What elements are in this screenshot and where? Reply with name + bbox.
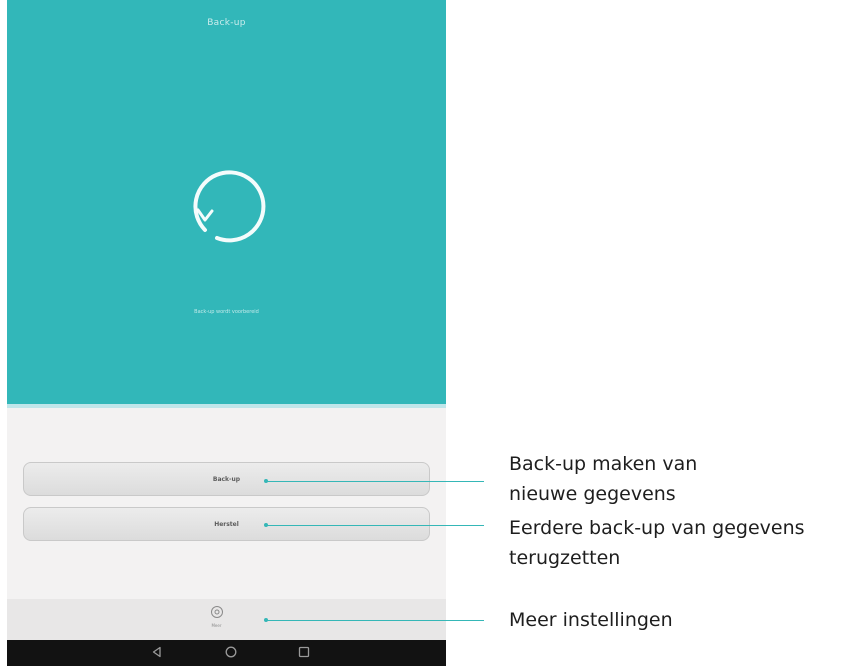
callout-restore-line-1: Eerdere back-up van gegevens: [509, 517, 805, 539]
callout-backup-line-2: nieuwe gegevens: [509, 483, 676, 505]
more-settings-label: Meer: [211, 623, 222, 628]
callout-settings-line-1: Meer instellingen: [509, 609, 673, 631]
backup-button[interactable]: Back-up: [23, 462, 430, 496]
loading-spinner-icon: [193, 170, 266, 243]
header-divider: [7, 404, 446, 408]
callout-restore-line: [266, 524, 484, 526]
phone-screen: Back-up Back-up wordt voorbereid Back-up…: [7, 0, 446, 666]
back-triangle-icon[interactable]: [150, 645, 164, 659]
header-panel: Back-up Back-up wordt voorbereid: [7, 0, 446, 404]
gear-icon: [211, 606, 223, 618]
app-title: Back-up: [207, 18, 246, 28]
callout-backup-line-1: Back-up maken van: [509, 453, 698, 475]
callout-backup-line: [266, 480, 484, 482]
callout-backup-text: Back-up maken van nieuwe gegevens: [509, 449, 697, 509]
home-circle-icon[interactable]: [224, 645, 238, 659]
callout-restore-text: Eerdere back-up van gegevens terugzetten: [509, 513, 805, 573]
callout-settings-line: [266, 619, 484, 621]
status-text: Back-up wordt voorbereid: [194, 309, 259, 315]
navigation-bar: [7, 640, 446, 666]
callout-restore-line-2: terugzetten: [509, 547, 621, 569]
recent-apps-square-icon[interactable]: [297, 645, 311, 659]
callout-settings-text: Meer instellingen: [509, 605, 673, 635]
